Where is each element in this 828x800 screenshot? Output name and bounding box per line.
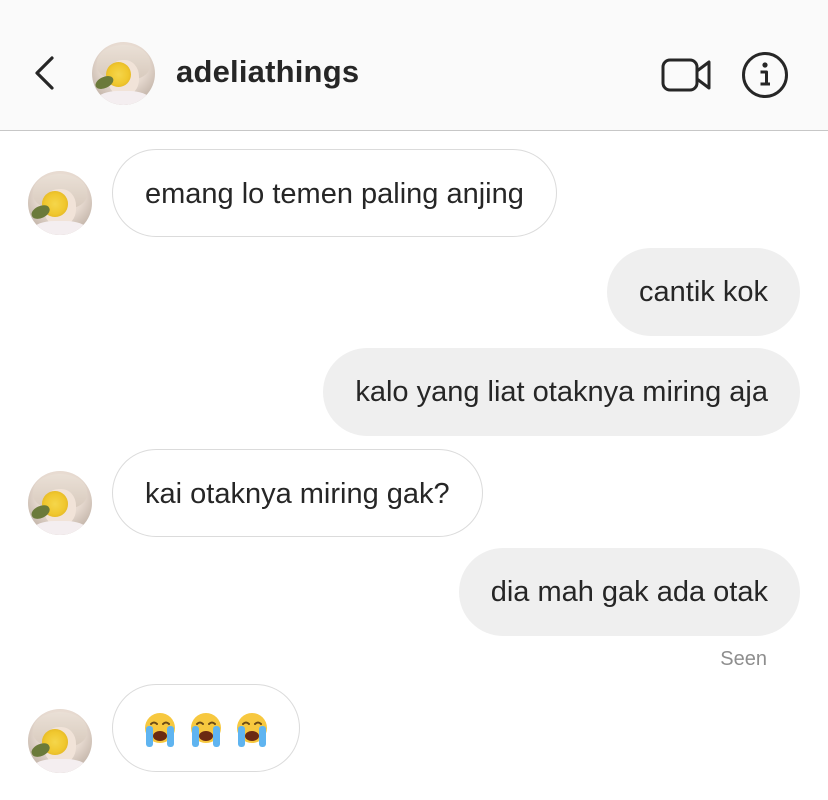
message-bubble-outgoing[interactable]: cantik kok: [607, 248, 800, 336]
video-call-button[interactable]: [661, 57, 713, 93]
sender-avatar[interactable]: [28, 709, 92, 773]
chat-username[interactable]: adeliathings: [176, 54, 359, 90]
header-avatar[interactable]: [92, 42, 155, 105]
video-camera-icon: [661, 58, 711, 92]
message-bubble-incoming[interactable]: kai otaknya miring gak?: [112, 449, 483, 537]
message-text: cantik kok: [639, 276, 768, 308]
message-bubble-outgoing[interactable]: kalo yang liat otaknya miring aja: [323, 348, 800, 436]
info-button[interactable]: [741, 51, 789, 99]
message-bubble-outgoing[interactable]: dia mah gak ada otak: [458, 548, 800, 636]
message-text: kai otaknya miring gak?: [145, 478, 450, 510]
message-text: kalo yang liat otaknya miring aja: [355, 376, 768, 408]
loudly-crying-face-icon: [145, 713, 175, 748]
loudly-crying-face-icon: [191, 713, 221, 748]
message-bubble-incoming[interactable]: [112, 684, 300, 772]
chevron-left-icon: [35, 56, 54, 90]
message-text: emang lo temen paling anjing: [145, 178, 524, 210]
sender-avatar[interactable]: [28, 171, 92, 235]
loudly-crying-face-icon: [237, 713, 267, 748]
sender-avatar[interactable]: [28, 471, 92, 535]
message-thread[interactable]: emang lo temen paling anjing cantik kok …: [0, 131, 828, 800]
message-text: dia mah gak ada otak: [490, 576, 768, 608]
back-button[interactable]: [28, 50, 64, 96]
message-bubble-incoming[interactable]: emang lo temen paling anjing: [112, 149, 557, 237]
chat-header: adeliathings: [0, 0, 828, 131]
info-circle-icon: [742, 52, 788, 98]
seen-indicator: Seen: [720, 648, 767, 670]
